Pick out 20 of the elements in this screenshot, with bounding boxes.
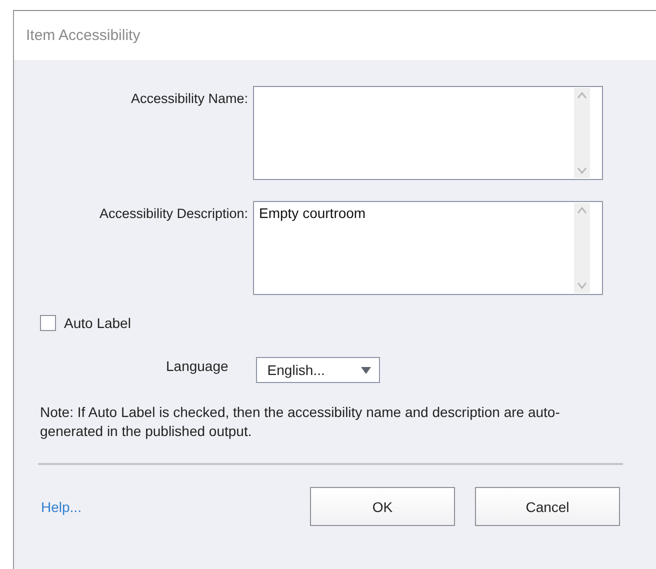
- scroll-down-icon[interactable]: [577, 167, 587, 174]
- window-title: Item Accessibility: [26, 27, 140, 44]
- checkbox[interactable]: [40, 315, 56, 331]
- scroll-up-icon[interactable]: [577, 207, 587, 214]
- field-label: Accessibility Name:: [130, 90, 248, 108]
- cancel-button[interactable]: Cancel: [475, 487, 620, 526]
- field-label: Accessibility Description:: [98, 205, 248, 223]
- text-area[interactable]: Empty courtroom: [253, 201, 603, 295]
- scrollbar[interactable]: [574, 203, 590, 293]
- scroll-down-icon[interactable]: [577, 282, 587, 289]
- language-dropdown[interactable]: English...: [256, 357, 380, 383]
- ok-button[interactable]: OK: [310, 487, 455, 526]
- scrollbar[interactable]: [574, 88, 590, 178]
- scroll-up-icon[interactable]: [577, 92, 587, 99]
- dropdown-arrow-icon: [361, 366, 372, 374]
- language-label: Language: [166, 358, 228, 374]
- note-text: Note: If Auto Label is checked, then the accessibility name and description are auto-generated in the published output.: [40, 403, 561, 441]
- checkbox-label: Auto Label: [64, 315, 131, 331]
- help-link[interactable]: Help...: [41, 498, 82, 514]
- text-area[interactable]: [253, 86, 603, 180]
